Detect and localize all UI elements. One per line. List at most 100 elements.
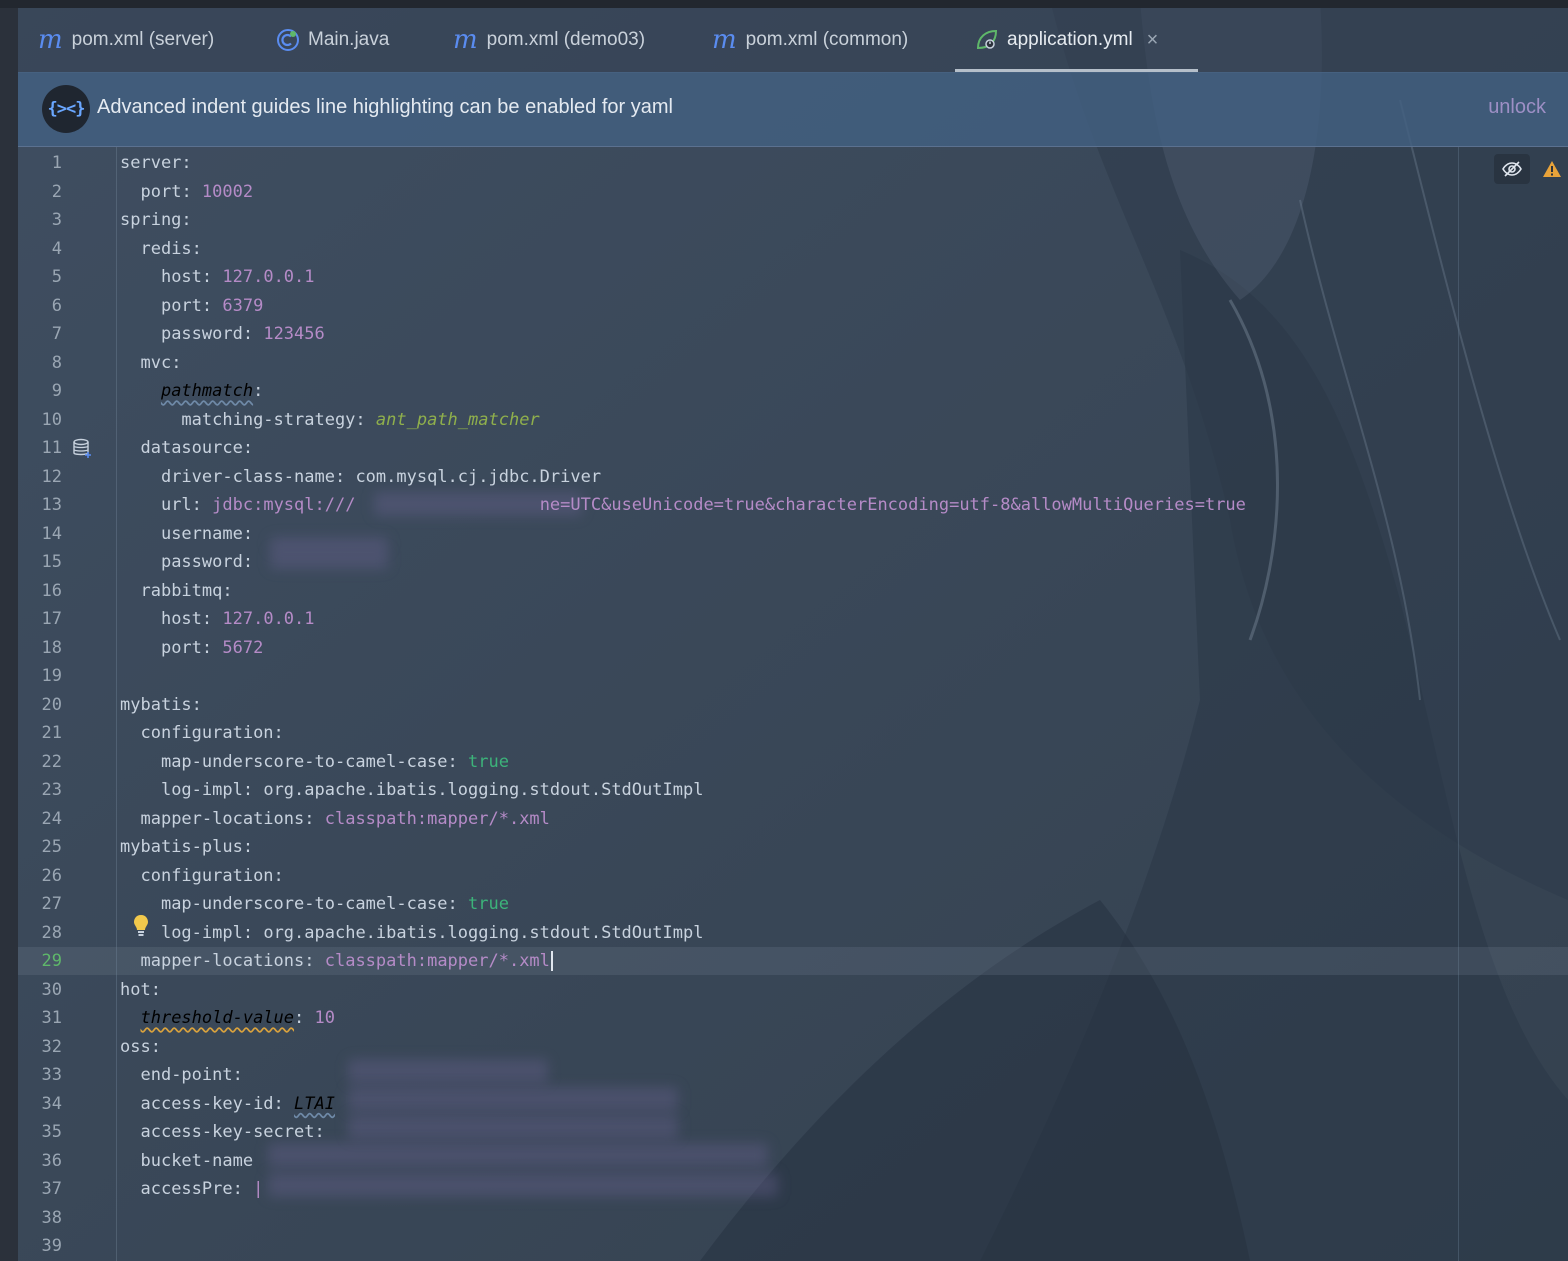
code-line[interactable]: 21 configuration:: [18, 719, 1568, 747]
yaml-editor[interactable]: 1 server: 2 port: 10002 3 spring: 4 redis: 5 h…: [18, 147, 1568, 1261]
line-number[interactable]: 22: [18, 748, 62, 776]
code-line[interactable]: 13 url: jdbc:mysql:/// ne=UTC&useUnicode…: [18, 491, 1568, 519]
line-number[interactable]: 18: [18, 634, 62, 662]
code-token: org.apache.ibatis.logging.stdout.StdOutI…: [263, 780, 704, 800]
code-line[interactable]: 27 map-underscore-to-camel-case: true: [18, 890, 1568, 918]
code-line[interactable]: 32 oss:: [18, 1033, 1568, 1061]
code-token: mvc: [140, 352, 172, 373]
line-number[interactable]: 8: [18, 349, 62, 377]
code-line[interactable]: 2 port: 10002: [18, 178, 1568, 206]
code-line[interactable]: 12 driver-class-name: com.mysql.cj.jdbc.…: [18, 463, 1568, 491]
code-line[interactable]: 10 matching-strategy: ant_path_matcher: [18, 406, 1568, 434]
warning-icon[interactable]: [1536, 154, 1568, 184]
code-line[interactable]: 6 port: 6379: [18, 292, 1568, 320]
line-number[interactable]: 4: [18, 235, 62, 263]
line-number[interactable]: 30: [18, 976, 62, 1004]
tab-pom-common[interactable]: m pom.xml (common): [712, 8, 908, 72]
code-line[interactable]: 36 bucket-name: [18, 1147, 1568, 1175]
line-number[interactable]: 16: [18, 577, 62, 605]
unlock-link[interactable]: unlock: [1488, 96, 1546, 119]
code-line[interactable]: 8 mvc:: [18, 349, 1568, 377]
code-line[interactable]: 33 end-point:: [18, 1061, 1568, 1089]
line-number[interactable]: 6: [18, 292, 62, 320]
line-number[interactable]: 24: [18, 805, 62, 833]
line-number[interactable]: 7: [18, 320, 62, 348]
code-line[interactable]: 9 pathmatch:: [18, 377, 1568, 405]
code-line[interactable]: 24 mapper-locations: classpath:mapper/*.…: [18, 805, 1568, 833]
code-line[interactable]: 34 access-key-id: LTAI: [18, 1090, 1568, 1118]
line-number[interactable]: 34: [18, 1090, 62, 1118]
code-line[interactable]: 3 spring:: [18, 206, 1568, 234]
database-icon[interactable]: [72, 434, 94, 462]
code-line[interactable]: 35 access-key-secret:: [18, 1118, 1568, 1146]
code-line[interactable]: 19: [18, 662, 1568, 690]
code-line[interactable]: 39: [18, 1232, 1568, 1260]
line-number[interactable]: 5: [18, 263, 62, 291]
line-number[interactable]: 21: [18, 719, 62, 747]
code-line[interactable]: 37 accessPre: |: [18, 1175, 1568, 1203]
code-line[interactable]: 26 configuration:: [18, 862, 1568, 890]
code-line[interactable]: 4 redis:: [18, 235, 1568, 263]
tab-main-java[interactable]: Main.java: [276, 8, 389, 72]
line-number[interactable]: 9: [18, 377, 62, 405]
line-number[interactable]: 15: [18, 548, 62, 576]
line-number[interactable]: 11: [18, 434, 62, 462]
code-line[interactable]: 18 port: 5672: [18, 634, 1568, 662]
tab-pom-demo03[interactable]: m pom.xml (demo03): [453, 8, 645, 72]
line-number[interactable]: 1: [18, 149, 62, 177]
line-number[interactable]: 19: [18, 662, 62, 690]
code-line[interactable]: 1 server:: [18, 149, 1568, 177]
code-line[interactable]: 29 mapper-locations: classpath:mapper/*.…: [18, 947, 1568, 975]
code-line[interactable]: 23 log-impl: org.apache.ibatis.logging.s…: [18, 776, 1568, 804]
code-line[interactable]: 31 threshold-value: 10: [18, 1004, 1568, 1032]
code-text: oss:: [120, 1033, 161, 1061]
hide-preview-icon[interactable]: [1494, 154, 1530, 184]
line-number[interactable]: 32: [18, 1033, 62, 1061]
tab-pom-server[interactable]: m pom.xml (server): [38, 8, 214, 72]
code-text: map-underscore-to-camel-case: true: [120, 890, 509, 918]
tab-application-yml[interactable]: application.yml ×: [954, 8, 1199, 72]
line-number[interactable]: 12: [18, 463, 62, 491]
line-number[interactable]: 28: [18, 919, 62, 947]
code-line[interactable]: 5 host: 127.0.0.1: [18, 263, 1568, 291]
line-number[interactable]: 27: [18, 890, 62, 918]
line-number[interactable]: 29: [18, 947, 62, 975]
close-icon[interactable]: ×: [1147, 29, 1159, 52]
code-line[interactable]: 11 datasource:: [18, 434, 1568, 462]
code-line[interactable]: 22 map-underscore-to-camel-case: true: [18, 748, 1568, 776]
code-token: :: [273, 865, 284, 886]
code-text: driver-class-name: com.mysql.cj.jdbc.Dri…: [120, 463, 601, 491]
code-line[interactable]: 15 password:: [18, 548, 1568, 576]
line-number[interactable]: 38: [18, 1204, 62, 1232]
code-line[interactable]: 16 rabbitmq:: [18, 577, 1568, 605]
line-number[interactable]: 25: [18, 833, 62, 861]
line-number[interactable]: 39: [18, 1232, 62, 1260]
code-line[interactable]: 25 mybatis-plus:: [18, 833, 1568, 861]
line-number[interactable]: 2: [18, 178, 62, 206]
code-line[interactable]: 17 host: 127.0.0.1: [18, 605, 1568, 633]
maven-icon: m: [38, 25, 63, 55]
code-token: 10002: [201, 181, 254, 202]
line-number[interactable]: 23: [18, 776, 62, 804]
line-number[interactable]: 36: [18, 1147, 62, 1175]
line-number[interactable]: 10: [18, 406, 62, 434]
line-number[interactable]: 17: [18, 605, 62, 633]
line-number[interactable]: 37: [18, 1175, 62, 1203]
code-text: bucket-name: [120, 1147, 253, 1175]
line-number[interactable]: 33: [18, 1061, 62, 1089]
line-number[interactable]: 31: [18, 1004, 62, 1032]
code-line[interactable]: 30 hot:: [18, 976, 1568, 1004]
code-text: port: 10002: [120, 178, 253, 206]
code-token: username: [160, 523, 243, 544]
line-number[interactable]: 3: [18, 206, 62, 234]
line-number[interactable]: 14: [18, 520, 62, 548]
code-line[interactable]: 20 mybatis:: [18, 691, 1568, 719]
line-number[interactable]: 26: [18, 862, 62, 890]
line-number[interactable]: 13: [18, 491, 62, 519]
line-number[interactable]: 35: [18, 1118, 62, 1146]
code-line[interactable]: 14 username:: [18, 520, 1568, 548]
code-line[interactable]: 7 password: 123456: [18, 320, 1568, 348]
code-line[interactable]: 28 log-impl: org.apache.ibatis.logging.s…: [18, 914, 1568, 947]
code-line[interactable]: 38: [18, 1204, 1568, 1232]
line-number[interactable]: 20: [18, 691, 62, 719]
